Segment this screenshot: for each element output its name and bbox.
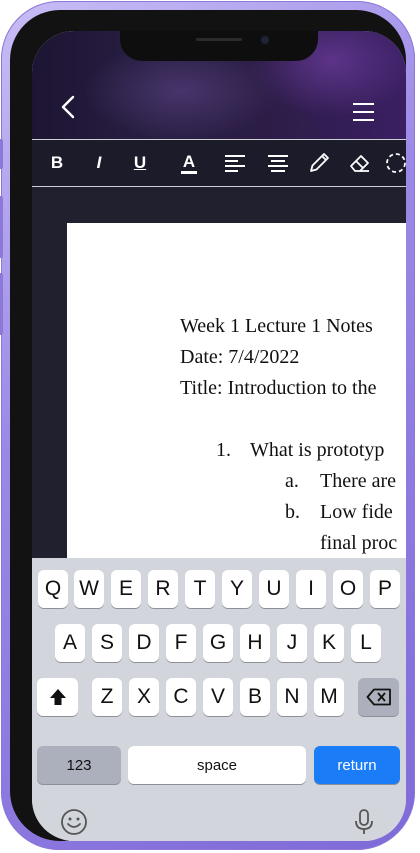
key-r[interactable]: R <box>148 570 178 608</box>
align-center-button[interactable] <box>263 148 293 178</box>
volume-up-button <box>0 196 3 258</box>
key-k[interactable]: K <box>314 624 344 662</box>
space-key[interactable]: space <box>128 746 306 784</box>
key-g[interactable]: G <box>203 624 233 662</box>
back-button[interactable] <box>54 91 82 123</box>
menu-button[interactable] <box>350 101 378 125</box>
microphone-icon <box>355 809 373 834</box>
emoji-icon <box>61 809 87 835</box>
key-a[interactable]: A <box>55 624 85 662</box>
key-u[interactable]: U <box>259 570 289 608</box>
doc-line-date: Date: 7/4/2022 <box>180 346 300 368</box>
key-v[interactable]: V <box>203 678 233 716</box>
align-left-button[interactable] <box>220 148 250 178</box>
shift-key[interactable] <box>37 678 78 716</box>
keyboard: Q W E R T Y U I O P A S D F G H J K L Z … <box>32 558 406 841</box>
formatting-toolbar: B I U A <box>32 139 406 187</box>
italic-label: I <box>96 153 102 172</box>
key-f[interactable]: F <box>166 624 196 662</box>
phone-frame: B I U A Week 1 Lecture 1 Notes Date: 7/4… <box>0 1 415 850</box>
pencil-icon <box>310 153 329 172</box>
volume-down-button <box>0 273 3 335</box>
align-center-icon <box>268 155 288 172</box>
key-z[interactable]: Z <box>92 678 122 716</box>
doc-line-title: Title: Introduction to the <box>180 377 377 399</box>
screen: B I U A Week 1 Lecture 1 Notes Date: 7/4… <box>32 31 406 841</box>
eraser-icon <box>350 155 369 172</box>
emoji-button[interactable] <box>58 806 90 838</box>
underline-button[interactable]: U <box>125 148 155 178</box>
key-i[interactable]: I <box>296 570 326 608</box>
underline-label: U <box>133 153 147 172</box>
pencil-button[interactable] <box>304 148 334 178</box>
key-p[interactable]: P <box>370 570 400 608</box>
list-letter-a: a. <box>285 470 299 492</box>
chevron-left-icon <box>61 95 75 119</box>
italic-button[interactable]: I <box>84 148 114 178</box>
text-color-button[interactable]: A <box>174 148 204 178</box>
shift-icon <box>49 689 66 705</box>
document-page[interactable]: Week 1 Lecture 1 Notes Date: 7/4/2022 Ti… <box>67 223 406 563</box>
key-s[interactable]: S <box>92 624 122 662</box>
key-l[interactable]: L <box>351 624 381 662</box>
list-item-b: Low fide <box>320 501 393 523</box>
lasso-select-icon <box>386 153 406 173</box>
align-left-icon <box>225 155 245 172</box>
key-j[interactable]: J <box>277 624 307 662</box>
dictation-button[interactable] <box>348 806 380 838</box>
doc-line-heading: Week 1 Lecture 1 Notes <box>180 315 373 337</box>
key-b[interactable]: B <box>240 678 270 716</box>
key-m[interactable]: M <box>314 678 344 716</box>
list-letter-b: b. <box>285 501 300 523</box>
app-header <box>32 31 406 139</box>
return-key[interactable]: return <box>314 746 400 784</box>
delete-key[interactable] <box>358 678 399 716</box>
lasso-button[interactable] <box>384 148 406 178</box>
key-t[interactable]: T <box>185 570 215 608</box>
list-item-a: There are <box>320 470 397 492</box>
key-y[interactable]: Y <box>222 570 252 608</box>
key-q[interactable]: Q <box>38 570 68 608</box>
list-item-1: What is prototyp <box>250 439 385 461</box>
text-color-label: A <box>180 152 198 174</box>
key-d[interactable]: D <box>129 624 159 662</box>
bold-label: B <box>50 153 64 172</box>
list-number-1: 1. <box>216 439 231 461</box>
key-c[interactable]: C <box>166 678 196 716</box>
key-e[interactable]: E <box>111 570 141 608</box>
key-x[interactable]: X <box>129 678 159 716</box>
key-n[interactable]: N <box>277 678 307 716</box>
silent-switch <box>0 139 3 169</box>
document-area: Week 1 Lecture 1 Notes Date: 7/4/2022 Ti… <box>32 187 406 563</box>
key-w[interactable]: W <box>74 570 104 608</box>
hamburger-menu-icon <box>353 103 374 121</box>
front-camera <box>261 36 269 44</box>
eraser-button[interactable] <box>345 148 375 178</box>
list-item-b-continued: final proc <box>320 532 398 554</box>
key-h[interactable]: H <box>240 624 270 662</box>
bold-button[interactable]: B <box>42 148 72 178</box>
key-o[interactable]: O <box>333 570 363 608</box>
notch <box>120 31 318 61</box>
speaker <box>196 38 242 41</box>
phone-bezel: B I U A Week 1 Lecture 1 Notes Date: 7/4… <box>10 10 406 841</box>
numbers-key[interactable]: 123 <box>37 746 121 784</box>
backspace-icon <box>366 688 391 706</box>
